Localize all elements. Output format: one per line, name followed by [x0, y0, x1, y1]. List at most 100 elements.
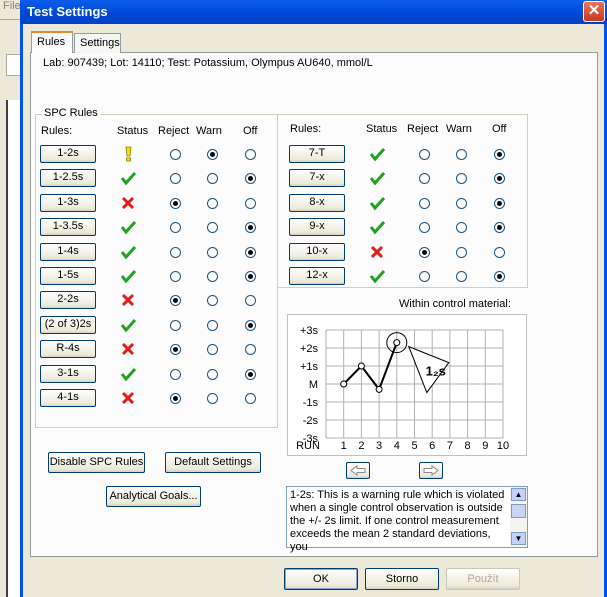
radio-off[interactable]: [245, 319, 256, 331]
rule-button[interactable]: 1-3.5s: [40, 218, 96, 237]
description-scrollbar[interactable]: ▲ ▼: [510, 487, 527, 547]
check-icon: [369, 268, 386, 284]
radio-off[interactable]: [494, 149, 505, 160]
rule-button[interactable]: 1-2s: [40, 145, 96, 163]
rule-button[interactable]: 10-x: [289, 242, 345, 261]
rule-button[interactable]: 7-x: [289, 169, 345, 188]
radio-reject[interactable]: [170, 149, 181, 160]
storno-button[interactable]: Storno: [365, 568, 439, 590]
rule-button[interactable]: 2-2s: [40, 291, 96, 310]
info-line: Lab: 907439; Lot: 14110; Test: Potassium…: [43, 57, 373, 69]
rule-description-box[interactable]: 1-2s: This is a warning rule which is vi…: [286, 486, 528, 553]
radio-off[interactable]: [494, 246, 505, 258]
radio-warn[interactable]: [456, 149, 467, 160]
radio-reject[interactable]: [170, 319, 181, 331]
close-button[interactable]: ✕: [583, 1, 605, 22]
radio-warn[interactable]: [207, 149, 218, 160]
next-button[interactable]: [419, 462, 443, 479]
rule-button[interactable]: 1-2.5s: [40, 169, 96, 188]
x-tick-label: 8: [465, 440, 471, 452]
ok-button[interactable]: OK: [284, 568, 358, 590]
radio-reject[interactable]: [419, 271, 430, 282]
radio-warn[interactable]: [207, 319, 218, 331]
rule-button[interactable]: 1-4s: [40, 242, 96, 261]
radio-reject[interactable]: [170, 271, 181, 282]
scroll-thumb[interactable]: [511, 504, 526, 518]
header-reject: Reject: [158, 125, 190, 137]
analytical-goals-button[interactable]: Analytical Goals...: [106, 486, 201, 507]
radio-warn[interactable]: [207, 246, 218, 258]
radio-off[interactable]: [494, 197, 505, 209]
spc-rules-group-label: SPC Rules: [42, 107, 100, 119]
radio-warn[interactable]: [207, 393, 218, 404]
x-tick-label: 6: [429, 440, 435, 452]
radio-off[interactable]: [245, 271, 256, 282]
y-tick-label: -2s: [303, 415, 319, 427]
exclamation-icon: [120, 146, 136, 162]
rule-button[interactable]: R-4s: [40, 340, 96, 359]
rule-button[interactable]: 9-x: [289, 218, 345, 237]
check-icon: [120, 219, 137, 235]
pouzit-button[interactable]: Použít: [446, 568, 520, 590]
check-icon: [120, 244, 137, 260]
close-icon: ✕: [587, 2, 601, 19]
radio-reject[interactable]: [419, 246, 430, 258]
radio-warn[interactable]: [207, 271, 218, 282]
radio-reject[interactable]: [170, 393, 181, 404]
data-point: [357, 362, 365, 370]
radio-off[interactable]: [245, 368, 256, 380]
header-status-right: Status: [366, 123, 398, 135]
radio-warn[interactable]: [456, 197, 467, 209]
rule-button[interactable]: 1-5s: [40, 267, 96, 285]
check-icon: [120, 268, 137, 284]
scroll-up-icon[interactable]: ▲: [511, 488, 526, 501]
default-settings-button[interactable]: Default Settings: [165, 452, 261, 473]
header-rules-right: Rules:: [290, 123, 322, 135]
tab-rules[interactable]: Rules: [31, 31, 73, 53]
rule-button[interactable]: (2 of 3)2s: [40, 315, 96, 334]
radio-warn[interactable]: [207, 368, 218, 380]
rule-button[interactable]: 8-x: [289, 193, 345, 212]
radio-reject[interactable]: [170, 368, 181, 380]
y-tick-label: +1s: [300, 361, 319, 373]
radio-off[interactable]: [494, 271, 505, 282]
title-bar[interactable]: [20, 0, 607, 24]
radio-warn[interactable]: [456, 246, 467, 258]
header-status: Status: [117, 125, 149, 137]
disable-spc-button[interactable]: Disable SPC Rules: [48, 452, 145, 473]
x-icon: [120, 292, 136, 308]
x-tick-label: 10: [497, 440, 509, 452]
background-app: File: [0, 0, 22, 597]
rule-button[interactable]: 7-T: [289, 145, 345, 163]
data-point: [393, 339, 401, 347]
scroll-down-icon[interactable]: ▼: [511, 532, 526, 545]
rule-button[interactable]: 1-3s: [40, 193, 96, 212]
radio-reject[interactable]: [170, 197, 181, 209]
annotation-label: 1₂s: [426, 364, 446, 379]
rule-button[interactable]: 12-x: [289, 267, 345, 285]
radio-off[interactable]: [245, 393, 256, 404]
y-tick-label: +3s: [300, 325, 319, 337]
x-icon: [120, 390, 136, 406]
y-tick-label: -1s: [303, 397, 319, 409]
header-rules: Rules:: [41, 125, 73, 137]
x-tick-label: 2: [358, 440, 364, 452]
window-title: Test Settings: [27, 4, 108, 19]
rule-button[interactable]: 4-1s: [40, 389, 96, 407]
radio-reject[interactable]: [419, 149, 430, 160]
y-tick-label: M: [309, 379, 318, 391]
radio-off[interactable]: [245, 149, 256, 160]
radio-reject[interactable]: [170, 246, 181, 258]
radio-reject[interactable]: [419, 197, 430, 209]
left-arrow-icon: [350, 465, 366, 476]
x-tick-label: RUN: [296, 440, 320, 452]
radio-warn[interactable]: [207, 197, 218, 209]
tab-settings[interactable]: Settings: [74, 33, 121, 53]
prev-button[interactable]: [346, 462, 370, 479]
rule-button[interactable]: 3-1s: [40, 364, 96, 383]
control-chart-svg: +3s+2s+1sM-1s-2s-3sRUN 1 2 3 4 5 6 7 8 9 101₂s: [296, 325, 509, 452]
radio-warn[interactable]: [456, 271, 467, 282]
background-menu: File: [3, 0, 21, 12]
radio-off[interactable]: [245, 197, 256, 209]
radio-off[interactable]: [245, 246, 256, 258]
